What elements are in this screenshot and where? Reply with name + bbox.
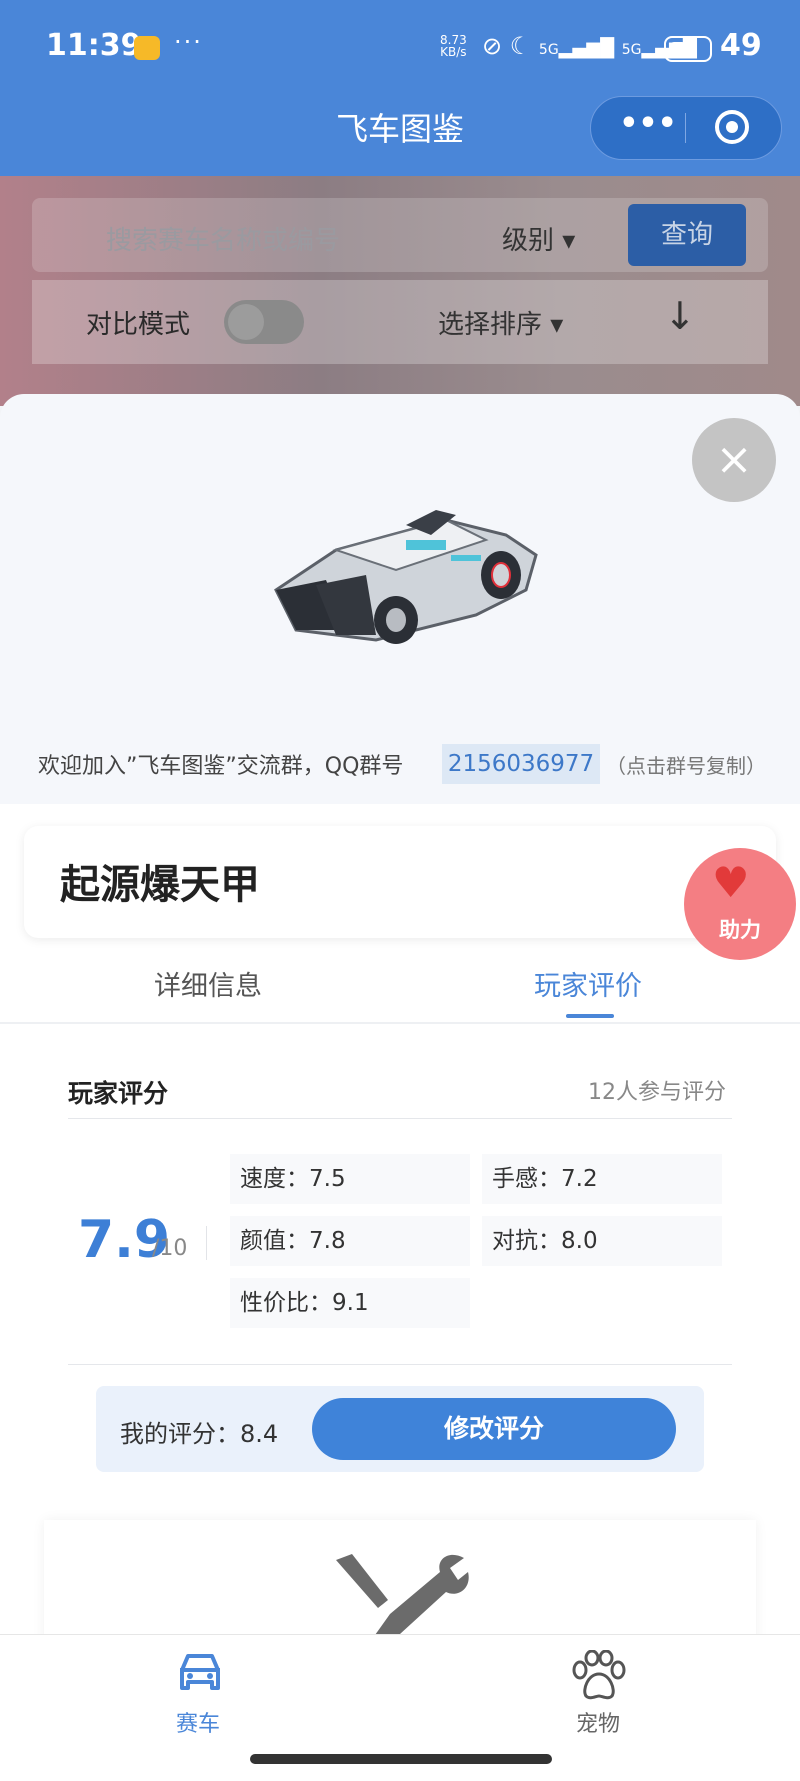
car-name: 起源爆天甲 <box>60 862 260 908</box>
paw-icon[interactable] <box>570 1650 628 1702</box>
my-rating-label: 我的评分：8.4 <box>120 1420 279 1448</box>
miniprogram-capsule: ••• <box>590 96 782 160</box>
car-icon[interactable] <box>174 1650 226 1696</box>
link-moon-icon: ⊘ ☾ <box>482 32 532 60</box>
help-button[interactable]: ♥ 助力 <box>684 848 796 960</box>
filter-row: 对比模式 选择排序 ▾ ↓ <box>32 280 768 364</box>
rating-value: 性价比：9.1 <box>230 1278 470 1328</box>
overall-score-max: /10 <box>152 1236 188 1261</box>
divider <box>68 1118 732 1119</box>
query-button[interactable]: 查询 <box>628 204 746 266</box>
rating-looks: 颜值：7.8 <box>230 1216 470 1266</box>
sort-direction-icon[interactable]: ↓ <box>664 294 696 338</box>
rating-speed: 速度：7.5 <box>230 1154 470 1204</box>
qq-group-text: 欢迎加入”飞车图鉴”交流群，QQ群号 <box>38 754 404 779</box>
close-button[interactable]: × <box>692 418 776 502</box>
score-separator <box>206 1226 207 1260</box>
signal-icon: 5G <box>538 42 559 58</box>
battery-level: 49 <box>720 28 762 63</box>
home-indicator[interactable] <box>250 1754 552 1764</box>
capsule-divider <box>685 113 686 143</box>
divider-2 <box>68 1364 732 1365</box>
tab-player-reviews[interactable]: 玩家评价 <box>534 964 642 1003</box>
level-filter[interactable]: 级别 ▾ <box>502 220 575 257</box>
compare-mode-toggle[interactable] <box>224 300 304 344</box>
wrench-icon <box>336 1554 469 1642</box>
tab-divider <box>0 1022 800 1024</box>
notification-app-icon <box>134 36 160 60</box>
qq-copy-hint: （点击群号复制） <box>606 754 766 778</box>
rating-handling: 手感：7.2 <box>482 1154 722 1204</box>
car-image <box>274 510 538 644</box>
qq-group-number[interactable]: 2156036977 <box>442 744 600 784</box>
search-bar: 搜索赛车名称或编号 级别 ▾ 查询 <box>32 198 768 272</box>
modify-rating-button[interactable]: 修改评分 <box>312 1398 676 1460</box>
nav-item-pets[interactable]: 宠物 <box>576 1706 620 1738</box>
nav-item-cars[interactable]: 赛车 <box>176 1706 220 1738</box>
heart-icon: ♥ <box>712 858 750 907</box>
rating-section-title: 玩家评分 <box>68 1079 169 1108</box>
background-page: 搜索赛车名称或编号 级别 ▾ 查询 对比模式 选择排序 ▾ ↓ <box>0 176 800 406</box>
tab-details[interactable]: 详细信息 <box>154 964 262 1003</box>
status-time: 11:39 <box>46 28 142 63</box>
active-tab-indicator <box>566 1014 614 1018</box>
help-label: 助力 <box>719 918 761 942</box>
sort-select[interactable]: 选择排序 ▾ <box>438 304 563 341</box>
compare-mode-label: 对比模式 <box>86 310 191 340</box>
rating-participants: 12人参与评分 <box>588 1080 726 1105</box>
network-speed: 8.73 KB/s <box>440 34 467 58</box>
my-rating-box: 我的评分：8.4 修改评分 <box>96 1386 704 1472</box>
more-menu-button[interactable]: ••• <box>613 109 683 145</box>
more-notifications-icon: ··· <box>174 28 203 56</box>
search-input[interactable]: 搜索赛车名称或编号 <box>106 220 340 257</box>
net-speed-unit: KB/s <box>440 45 467 59</box>
signal-icon-2: 5G <box>621 42 642 58</box>
rating-defense: 对抗：8.0 <box>482 1216 722 1266</box>
battery-icon <box>664 36 712 62</box>
close-miniprogram-icon[interactable] <box>715 110 749 144</box>
